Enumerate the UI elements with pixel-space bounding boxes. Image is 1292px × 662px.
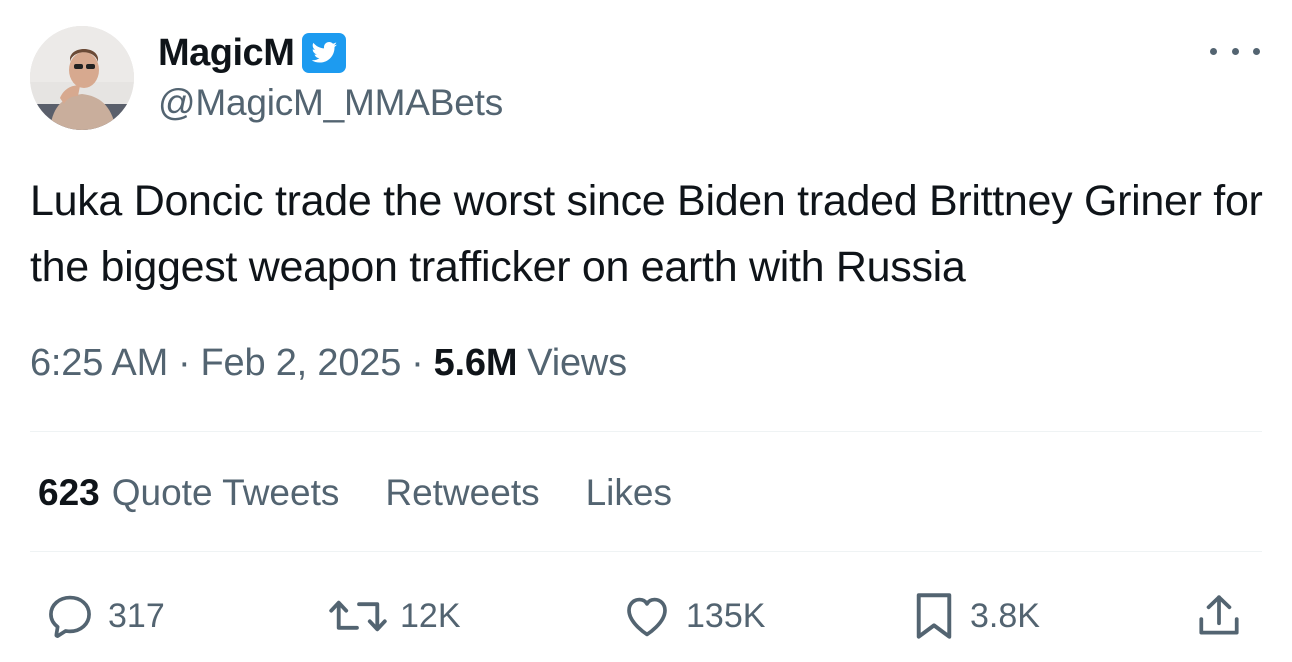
retweet-button[interactable]: 12K (328, 588, 461, 644)
heart-icon (627, 597, 667, 637)
divider (30, 551, 1262, 552)
like-count: 135K (686, 596, 766, 635)
share-button[interactable] (1194, 588, 1244, 644)
reply-button[interactable]: 317 (44, 588, 165, 644)
display-name[interactable]: MagicM (158, 32, 295, 75)
verified-badge-icon (302, 33, 347, 73)
retweets-label: Retweets (385, 472, 540, 513)
user-handle[interactable]: @MagicM_MMABets (158, 82, 503, 124)
more-dot (1231, 47, 1239, 55)
tweet-date[interactable]: Feb 2, 2025 (201, 342, 402, 385)
bookmark-count: 3.8K (970, 596, 1040, 635)
quote-tweets-label: Quote Tweets (111, 472, 340, 513)
separator: · (411, 341, 424, 384)
more-dot (1253, 47, 1260, 55)
views-count: 5.6M (433, 341, 518, 384)
bookmark-button[interactable]: 3.8K (910, 588, 1040, 644)
engagement-stats: 623 Quote Tweets Retweets Likes (38, 468, 718, 518)
share-icon (1199, 595, 1239, 635)
user-name-row: MagicM (158, 28, 347, 78)
quote-tweets-link[interactable]: 623 Quote Tweets (38, 472, 339, 514)
like-button[interactable]: 135K (620, 588, 765, 644)
more-options-icon[interactable] (1210, 38, 1260, 64)
separator: · (178, 341, 191, 384)
bookmark-icon (916, 593, 952, 639)
likes-label: Likes (585, 472, 672, 513)
more-dot (1210, 47, 1217, 55)
retweet-icon (329, 600, 387, 632)
views-label: Views (527, 341, 627, 384)
retweet-count: 12K (400, 596, 461, 635)
avatar-photo (30, 26, 134, 130)
likes-link[interactable]: Likes (586, 472, 672, 514)
quote-tweets-count: 623 (38, 472, 100, 513)
reply-icon (49, 595, 91, 638)
tweet-text: Luka Doncic trade the worst since Biden … (30, 177, 1263, 291)
divider (30, 431, 1262, 432)
avatar[interactable] (30, 26, 134, 130)
tweet-time[interactable]: 6:25 AM (30, 342, 168, 385)
reply-count: 317 (108, 596, 165, 635)
retweets-link[interactable]: Retweets (385, 472, 539, 514)
tweet-meta: 6:25 AM · Feb 2, 2025 · 5.6M Views (30, 338, 627, 388)
tweet-card: MagicM @MagicM_MMABets Luka Doncic trade… (0, 0, 1292, 662)
